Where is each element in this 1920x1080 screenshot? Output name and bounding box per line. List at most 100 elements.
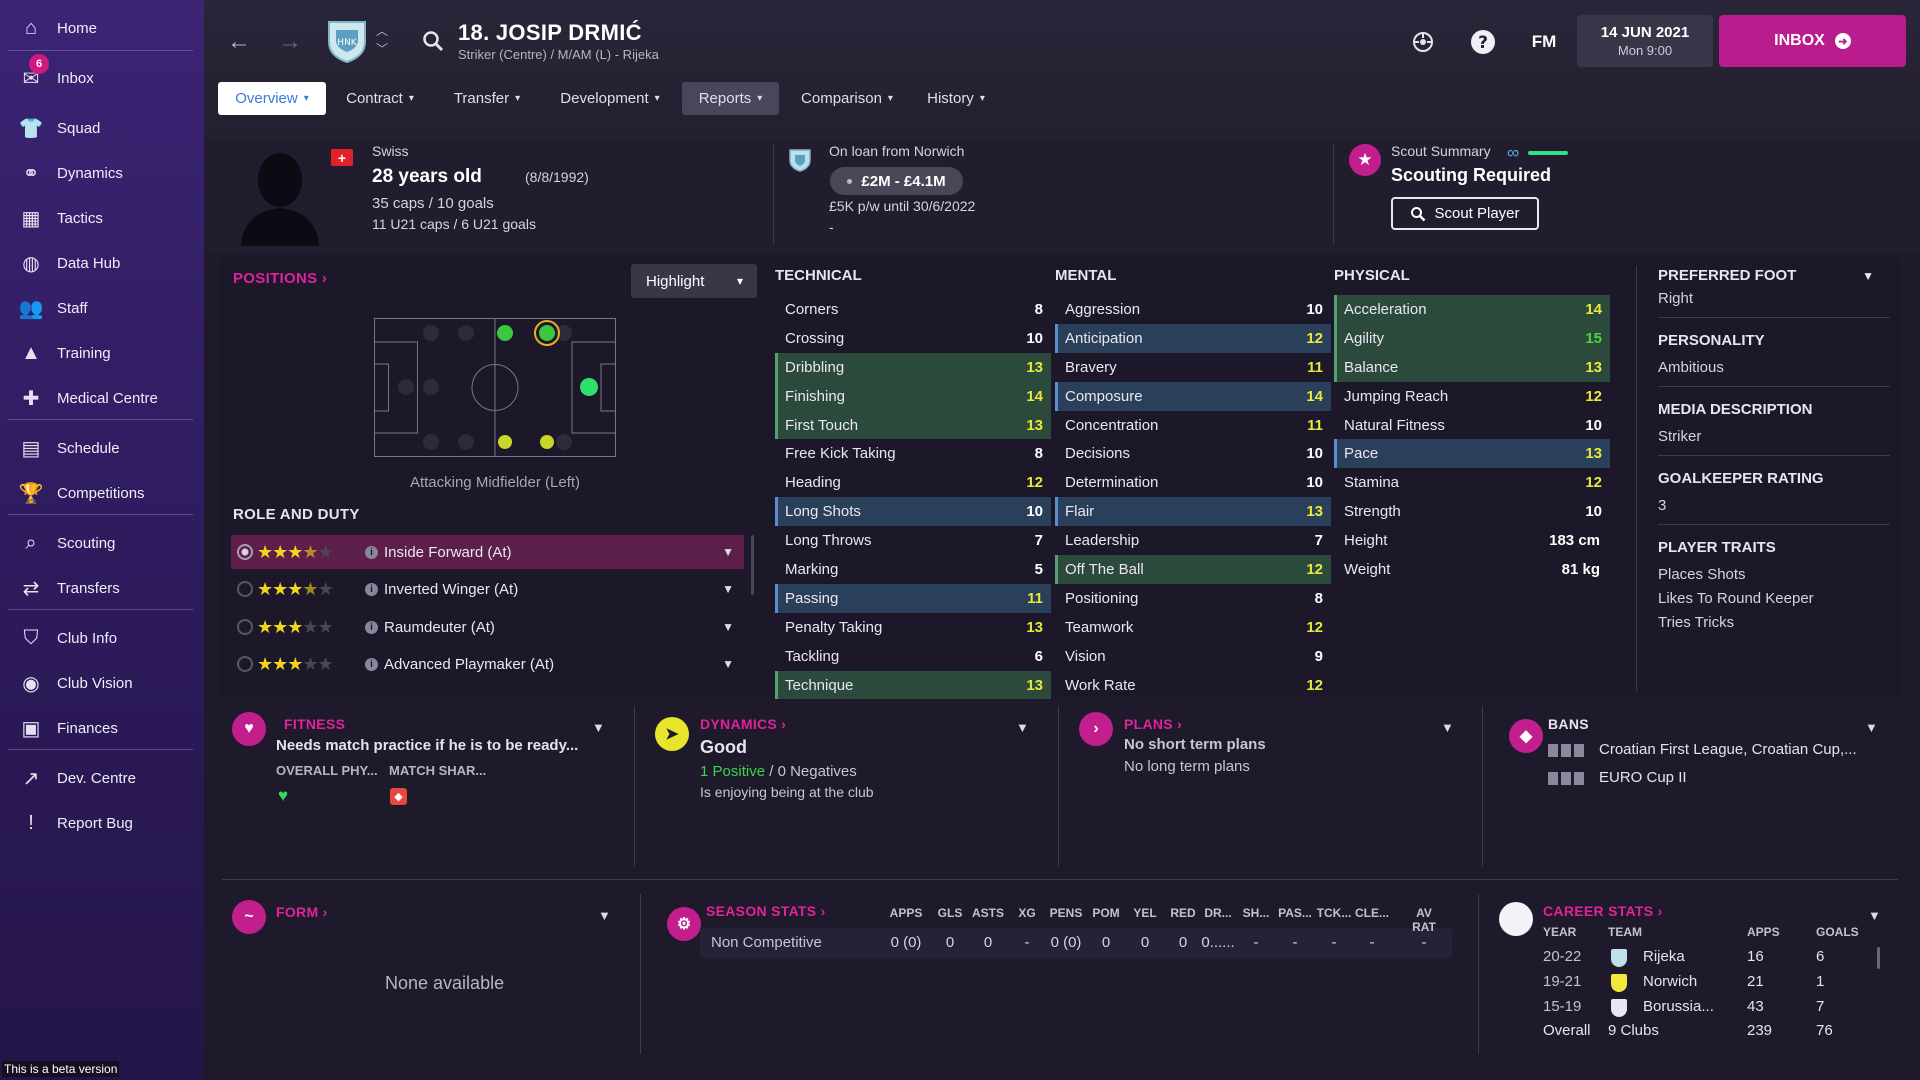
scrollbar[interactable] bbox=[751, 535, 754, 595]
attribute-row[interactable]: Aggression 10 bbox=[1055, 295, 1331, 324]
chevron-down-icon[interactable]: ▼ bbox=[1862, 269, 1874, 283]
attribute-row[interactable]: First Touch 13 bbox=[775, 410, 1051, 440]
stat-header[interactable]: POM bbox=[1086, 906, 1126, 920]
attribute-row[interactable]: Leadership 7 bbox=[1055, 526, 1331, 555]
plans-link[interactable]: PLANS › bbox=[1124, 716, 1182, 732]
stat-header[interactable]: TCK... bbox=[1314, 906, 1354, 920]
tab-overview[interactable]: Overview ▾ bbox=[218, 82, 326, 115]
scout-player-button[interactable]: Scout Player bbox=[1391, 197, 1539, 230]
sidebar-item-staff[interactable]: 👥 Staff bbox=[0, 288, 204, 328]
tab-development[interactable]: Development ▾ bbox=[546, 82, 674, 115]
chevron-down-icon[interactable]: ▼ bbox=[722, 545, 734, 559]
attribute-row[interactable]: Positioning 8 bbox=[1055, 584, 1331, 613]
attribute-row[interactable]: Natural Fitness 10 bbox=[1334, 411, 1610, 440]
info-icon[interactable]: i bbox=[365, 545, 378, 559]
sidebar-item-data-hub[interactable]: ◍ Data Hub bbox=[0, 243, 204, 283]
tab-reports[interactable]: Reports ▾ bbox=[682, 82, 779, 115]
social-feed-icon[interactable] bbox=[1405, 24, 1441, 60]
attribute-row[interactable]: Crossing 10 bbox=[775, 324, 1051, 353]
attribute-row[interactable]: Jumping Reach 12 bbox=[1334, 382, 1610, 411]
chevron-down-icon[interactable]: ▼ bbox=[722, 620, 734, 634]
attribute-row[interactable]: Strength 10 bbox=[1334, 497, 1610, 526]
career-row[interactable]: 15-19 Borussia... 43 7 bbox=[1543, 998, 1873, 1022]
career-row[interactable]: 20-22 Rijeka 16 6 bbox=[1543, 948, 1873, 972]
sidebar-item-club-vision[interactable]: ◉ Club Vision bbox=[0, 663, 204, 703]
attribute-row[interactable]: Pace 13 bbox=[1334, 439, 1610, 469]
info-icon[interactable]: i bbox=[365, 582, 378, 596]
attribute-row[interactable]: Balance 13 bbox=[1334, 352, 1610, 382]
sidebar-item-schedule[interactable]: ▤ Schedule bbox=[0, 428, 204, 468]
attribute-row[interactable]: Penalty Taking 13 bbox=[775, 613, 1051, 642]
attribute-row[interactable]: Long Throws 7 bbox=[775, 526, 1051, 555]
sidebar-item-tactics[interactable]: ▦ Tactics bbox=[0, 198, 204, 238]
back-arrow-icon[interactable]: ← bbox=[221, 24, 257, 60]
sidebar-item-medical-centre[interactable]: ✚ Medical Centre bbox=[0, 378, 204, 418]
transfer-value-pill[interactable]: £2M - £4.1M bbox=[830, 167, 963, 195]
attribute-row[interactable]: Heading 12 bbox=[775, 468, 1051, 497]
stat-header[interactable]: YEL bbox=[1125, 906, 1165, 920]
chevron-down-icon[interactable]: ▼ bbox=[1441, 720, 1454, 735]
positions-link[interactable]: POSITIONS › bbox=[233, 270, 327, 287]
season-stats-link[interactable]: SEASON STATS › bbox=[706, 903, 826, 919]
attribute-row[interactable]: Teamwork 12 bbox=[1055, 613, 1331, 642]
stat-header[interactable]: XG bbox=[1007, 906, 1047, 920]
role-row[interactable]: ★★★★★ i Advanced Playmaker (At) ▼ bbox=[231, 647, 744, 681]
sidebar-item-scouting[interactable]: ⌕ Scouting bbox=[0, 523, 204, 563]
date-button[interactable]: 14 JUN 2021 Mon 9:00 bbox=[1577, 15, 1713, 67]
chevron-down-icon[interactable]: ▼ bbox=[722, 657, 734, 671]
sidebar-item-inbox[interactable]: ✉ 6 Inbox bbox=[0, 54, 204, 98]
attribute-row[interactable]: Concentration 11 bbox=[1055, 411, 1331, 440]
attribute-row[interactable]: Composure 14 bbox=[1055, 381, 1331, 411]
sidebar-item-squad[interactable]: 👕 Squad bbox=[0, 108, 204, 148]
sidebar-item-finances[interactable]: ▣ Finances bbox=[0, 708, 204, 748]
inbox-button[interactable]: INBOX ➜ bbox=[1719, 15, 1906, 67]
chevron-down-icon[interactable]: ▼ bbox=[1016, 720, 1029, 735]
prev-player-icon[interactable]: ︿ bbox=[374, 22, 390, 38]
highlight-dropdown[interactable]: Highlight ▾ bbox=[631, 264, 757, 298]
attribute-row[interactable]: Marking 5 bbox=[775, 555, 1051, 584]
role-row[interactable]: ★★★★★ i Inverted Winger (At) ▼ bbox=[231, 572, 744, 606]
attribute-row[interactable]: Corners 8 bbox=[775, 295, 1051, 324]
stat-header[interactable]: GLS bbox=[930, 906, 970, 920]
tab-transfer[interactable]: Transfer ▾ bbox=[440, 82, 534, 115]
career-stats-link[interactable]: CAREER STATS › bbox=[1543, 903, 1663, 919]
attribute-row[interactable]: Bravery 11 bbox=[1055, 353, 1331, 382]
sidebar-item-dev-centre[interactable]: ↗ Dev. Centre bbox=[0, 758, 204, 798]
forward-arrow-icon[interactable]: → bbox=[272, 24, 308, 60]
role-row[interactable]: ★★★★★ i Raumdeuter (At) ▼ bbox=[231, 610, 744, 644]
stat-header[interactable]: CLE... bbox=[1352, 906, 1392, 920]
sidebar-item-dynamics[interactable]: ⚭ Dynamics bbox=[0, 153, 204, 193]
tab-comparison[interactable]: Comparison ▾ bbox=[788, 82, 906, 115]
stat-header[interactable]: DR... bbox=[1198, 906, 1238, 920]
attribute-row[interactable]: Passing 11 bbox=[775, 583, 1051, 613]
stat-header[interactable]: SH... bbox=[1236, 906, 1276, 920]
info-icon[interactable]: i bbox=[365, 620, 378, 634]
stat-header[interactable]: APPS bbox=[886, 906, 926, 920]
tab-contract[interactable]: Contract ▾ bbox=[333, 82, 427, 115]
sidebar-item-club-info[interactable]: ⛉ Club Info bbox=[0, 618, 204, 658]
scrollbar[interactable] bbox=[1877, 947, 1880, 969]
attribute-row[interactable]: Work Rate 12 bbox=[1055, 671, 1331, 700]
attribute-row[interactable]: Stamina 12 bbox=[1334, 468, 1610, 497]
attribute-row[interactable]: Agility 15 bbox=[1334, 323, 1610, 353]
search-icon[interactable] bbox=[418, 26, 448, 56]
radio-button[interactable] bbox=[237, 656, 253, 672]
role-row[interactable]: ★★★★★ i Inside Forward (At) ▼ bbox=[231, 535, 744, 569]
stat-header[interactable]: PAS... bbox=[1275, 906, 1315, 920]
attribute-row[interactable]: Tackling 6 bbox=[775, 642, 1051, 671]
chevron-down-icon[interactable]: ▼ bbox=[592, 720, 605, 735]
tab-history[interactable]: History ▾ bbox=[916, 82, 996, 115]
attribute-row[interactable]: Vision 9 bbox=[1055, 642, 1331, 671]
stat-header[interactable]: AV RAT bbox=[1404, 906, 1444, 934]
chevron-down-icon[interactable]: ▼ bbox=[598, 908, 611, 923]
career-row[interactable]: 19-21 Norwich 21 1 bbox=[1543, 973, 1873, 997]
sidebar-item-home[interactable]: ⌂ Home bbox=[0, 8, 204, 48]
info-icon[interactable]: i bbox=[365, 657, 378, 671]
stat-header[interactable]: PENS bbox=[1046, 906, 1086, 920]
stat-header[interactable]: RED bbox=[1163, 906, 1203, 920]
attribute-row[interactable]: Determination 10 bbox=[1055, 468, 1331, 497]
attribute-row[interactable]: Dribbling 13 bbox=[775, 352, 1051, 382]
sidebar-item-competitions[interactable]: 🏆 Competitions bbox=[0, 473, 204, 513]
radio-button[interactable] bbox=[237, 544, 253, 560]
next-player-icon[interactable]: ﹀ bbox=[374, 40, 390, 56]
